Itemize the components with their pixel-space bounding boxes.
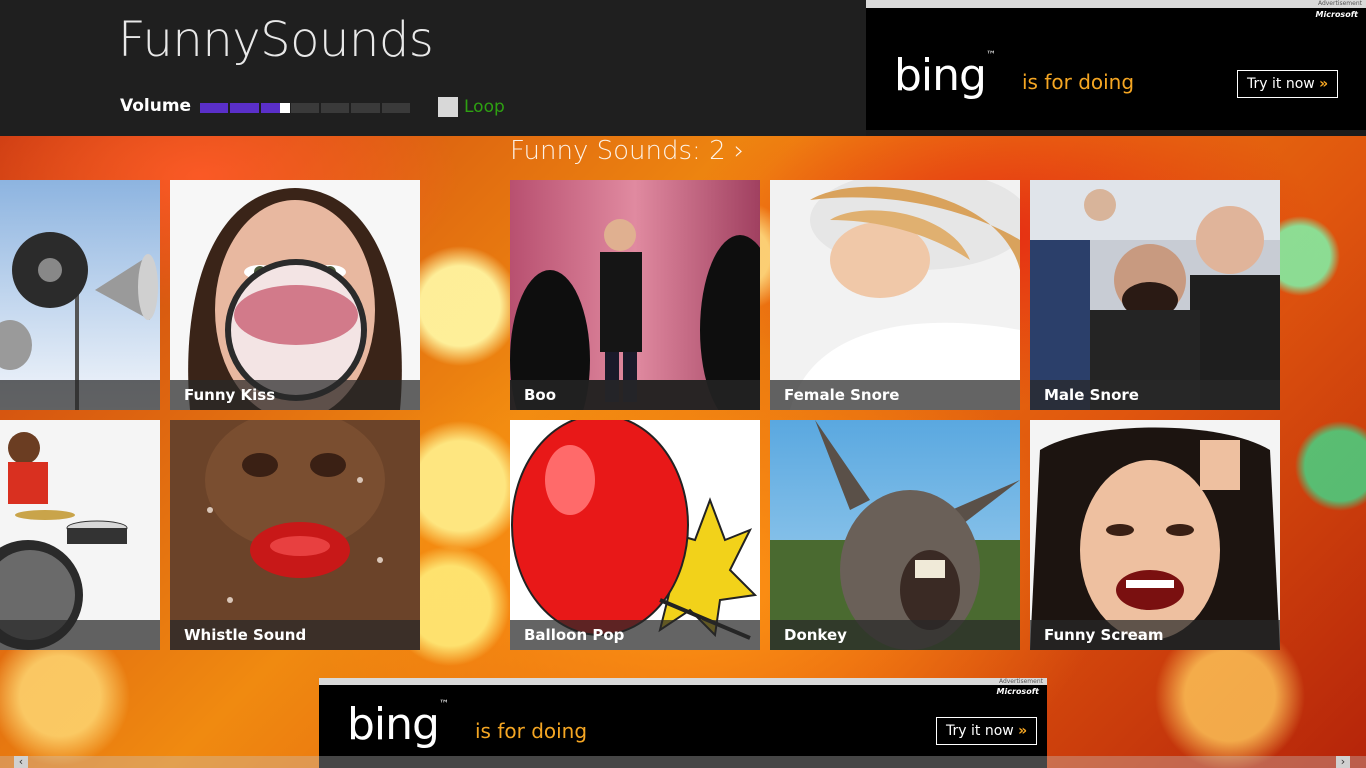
tile-label: Male Snore bbox=[1030, 380, 1280, 410]
ad-tag: Advertisement bbox=[998, 678, 1043, 685]
bottom-advertisement[interactable]: Advertisement Microsoft bing™ is for doi… bbox=[319, 678, 1047, 768]
volume-segment bbox=[351, 103, 380, 113]
loop-toggle[interactable]: Loop bbox=[438, 97, 505, 117]
volume-segment bbox=[381, 103, 410, 113]
tile-label bbox=[0, 620, 160, 650]
sound-tile-boo[interactable]: Boo bbox=[510, 180, 760, 410]
volume-thumb[interactable] bbox=[280, 103, 290, 113]
sound-tile-funny-scream[interactable]: Funny Scream bbox=[1030, 420, 1280, 650]
double-chevron-right-icon: » bbox=[1319, 76, 1329, 92]
tile-image-screaming-woman bbox=[1030, 420, 1280, 650]
sound-tile-female-snore[interactable]: Female Snore bbox=[770, 180, 1020, 410]
tile-image-sleeping-woman bbox=[770, 180, 1020, 410]
double-chevron-right-icon: » bbox=[1018, 723, 1028, 739]
try-it-now-button[interactable]: Try it now » bbox=[1237, 70, 1339, 98]
ad-tag: Advertisement bbox=[1317, 0, 1362, 7]
tile-label: Funny Kiss bbox=[170, 380, 420, 410]
tile-label: Funny Scream bbox=[1030, 620, 1280, 650]
horizontal-scrollbar[interactable] bbox=[0, 756, 1366, 768]
volume-slider[interactable] bbox=[200, 103, 410, 113]
tile-image-child-drummer bbox=[0, 420, 160, 650]
volume-segment bbox=[321, 103, 350, 113]
tile-image-loudspeakers bbox=[0, 180, 160, 410]
tile-label bbox=[0, 380, 160, 410]
app-title: FunnySounds bbox=[118, 12, 434, 68]
bing-logo: bing™ bbox=[347, 699, 449, 750]
chevron-right-icon: › bbox=[733, 136, 745, 166]
sound-tile-funny-kiss[interactable]: Funny Kiss bbox=[170, 180, 420, 410]
tile-label: Whistle Sound bbox=[170, 620, 420, 650]
tile-label: Balloon Pop bbox=[510, 620, 760, 650]
microsoft-logo: Microsoft bbox=[1315, 10, 1358, 19]
tile-image-stage-performer bbox=[510, 180, 760, 410]
sound-tile[interactable] bbox=[0, 180, 160, 410]
ad-tagline: is for doing bbox=[475, 719, 588, 743]
app-header: FunnySounds Volume Loop bbox=[0, 0, 866, 136]
volume-label: Volume bbox=[120, 96, 192, 116]
volume-segment bbox=[200, 103, 229, 113]
tile-image-braying-donkey bbox=[770, 420, 1020, 650]
sound-tile-male-snore[interactable]: Male Snore bbox=[1030, 180, 1280, 410]
ad-tagline: is for doing bbox=[1022, 70, 1135, 94]
microsoft-logo: Microsoft bbox=[996, 687, 1039, 696]
loop-checkbox[interactable] bbox=[438, 97, 458, 117]
sound-tile[interactable] bbox=[0, 420, 160, 650]
volume-segment bbox=[230, 103, 259, 113]
tile-image-sleeping-man-plane bbox=[1030, 180, 1280, 410]
volume-segment bbox=[290, 103, 320, 113]
sound-tile-whistle-sound[interactable]: Whistle Sound bbox=[170, 420, 420, 650]
bing-logo: bing™ bbox=[894, 50, 996, 101]
tile-image-red-lips-whistle bbox=[170, 420, 420, 650]
sound-tile-donkey[interactable]: Donkey bbox=[770, 420, 1020, 650]
tile-image-woman-kiss-magnifier bbox=[170, 180, 420, 410]
tile-label: Boo bbox=[510, 380, 760, 410]
try-it-now-button[interactable]: Try it now » bbox=[936, 717, 1038, 745]
top-advertisement[interactable]: Advertisement Microsoft bing™ is for doi… bbox=[866, 0, 1366, 130]
scroll-right-arrow-icon[interactable]: › bbox=[1336, 756, 1350, 768]
tile-label: Donkey bbox=[770, 620, 1020, 650]
sound-tile-balloon-pop[interactable]: Balloon Pop bbox=[510, 420, 760, 650]
tile-label: Female Snore bbox=[770, 380, 1020, 410]
loop-label: Loop bbox=[464, 97, 505, 117]
group-header-funny-sounds-2[interactable]: Funny Sounds: 2 › bbox=[510, 136, 744, 166]
tile-image-red-balloon bbox=[510, 420, 760, 650]
scroll-left-arrow-icon[interactable]: ‹ bbox=[14, 756, 28, 768]
